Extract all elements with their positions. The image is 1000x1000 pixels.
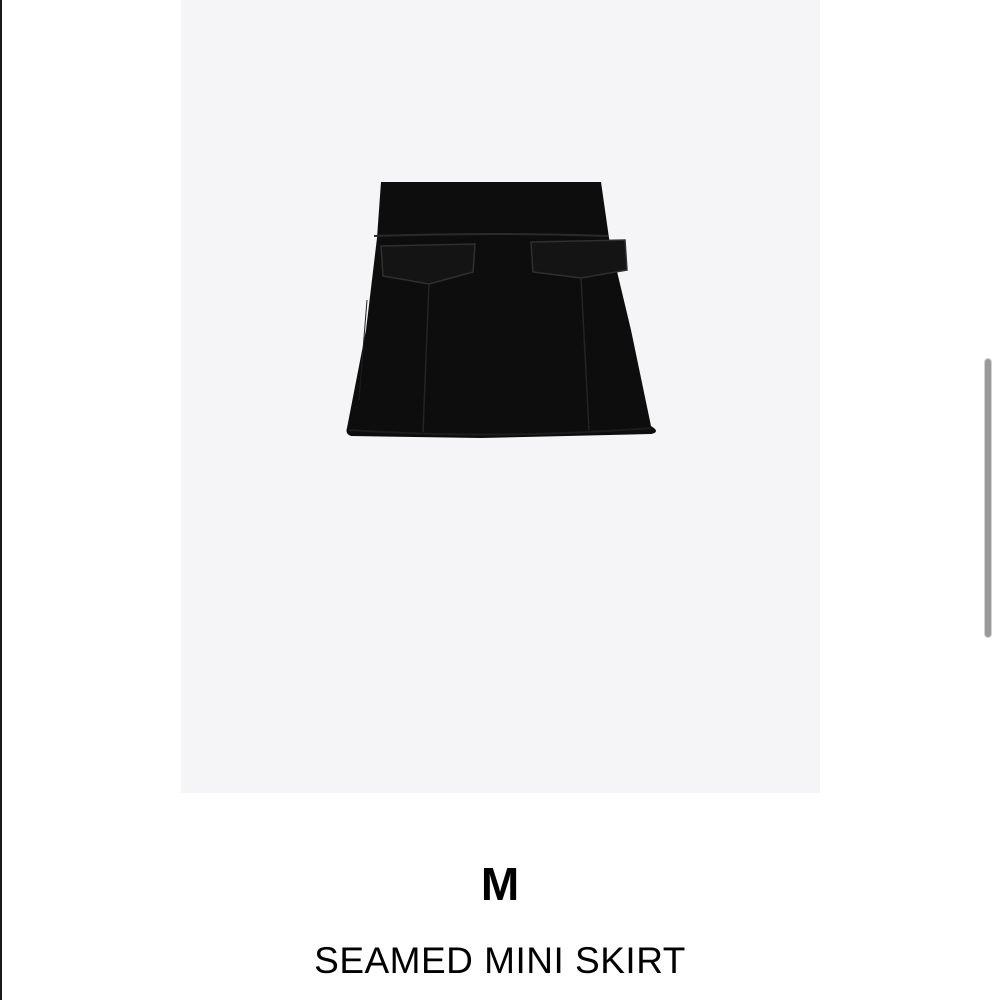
size-label: M — [480, 858, 520, 910]
product-title[interactable]: SEAMED MINI SKIRT — [0, 940, 1000, 982]
product-page: M SEAMED MINI SKIRT — [0, 0, 1000, 1000]
window-edge — [0, 0, 2, 1000]
product-image-panel[interactable] — [181, 0, 820, 793]
skirt-photo-icon — [346, 182, 656, 438]
vertical-scrollbar[interactable] — [984, 358, 992, 638]
